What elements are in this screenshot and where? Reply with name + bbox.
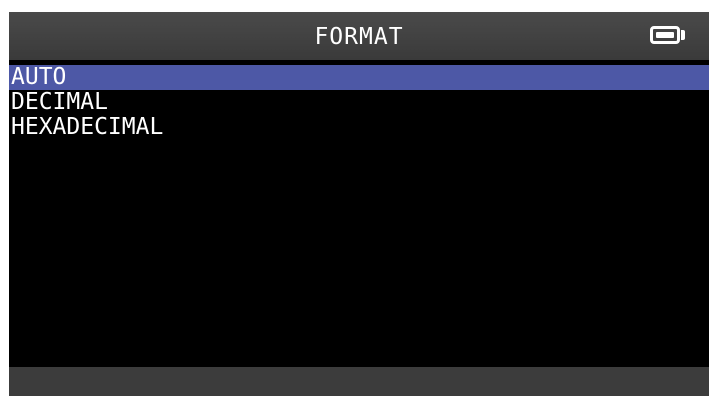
menu-item-decimal[interactable]: DECIMAL <box>9 90 709 115</box>
title-bar: FORMAT <box>9 12 709 60</box>
footer-bar <box>9 367 709 396</box>
menu-item-auto[interactable]: AUTO <box>9 65 709 90</box>
format-menu: AUTO DECIMAL HEXADECIMAL <box>9 65 709 140</box>
battery-terminal <box>681 30 685 40</box>
page-title: FORMAT <box>314 24 404 50</box>
battery-level <box>656 32 674 38</box>
device-screen: FORMAT AUTO DECIMAL HEXADECIMAL <box>9 12 709 396</box>
menu-item-hexadecimal[interactable]: HEXADECIMAL <box>9 115 709 140</box>
battery-icon <box>650 26 680 44</box>
